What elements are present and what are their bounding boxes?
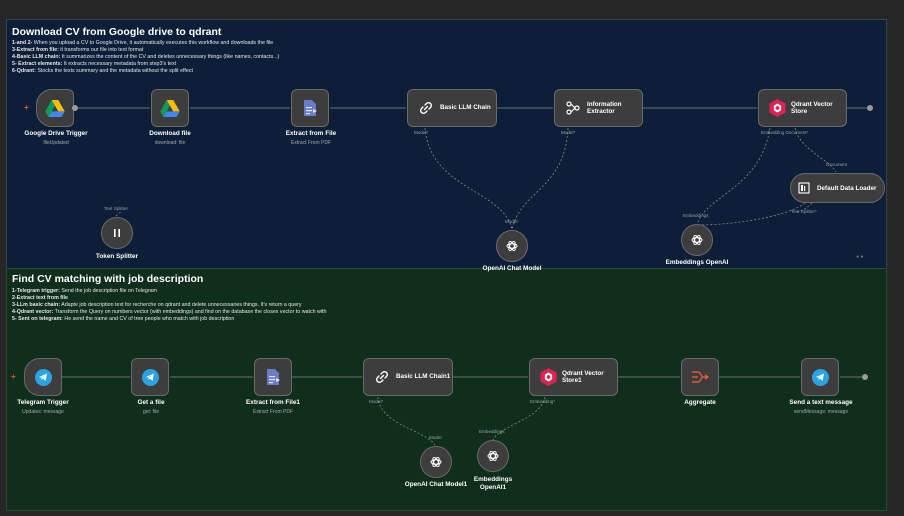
node-basic-llm-chain1[interactable]: Basic LLM Chain1 bbox=[363, 358, 453, 396]
node-subtitle: fileUpdated bbox=[43, 140, 69, 146]
node-google-drive-trigger[interactable] bbox=[36, 89, 74, 127]
port-label: Model* bbox=[369, 399, 384, 404]
telegram-icon bbox=[34, 368, 52, 386]
node-qdrant-vector-store[interactable]: Qdrant Vector Store bbox=[758, 89, 847, 127]
node-embeddings-openai1[interactable] bbox=[477, 440, 509, 472]
node-information-extractor[interactable]: Information Extractor bbox=[554, 89, 643, 127]
openai-icon bbox=[506, 241, 518, 251]
desc-line: 4-Qdrant vector: Transform the Query on … bbox=[12, 308, 327, 315]
port-label: Model bbox=[429, 435, 442, 440]
openai-icon bbox=[487, 451, 499, 461]
google-drive-icon bbox=[45, 99, 65, 117]
output-handle[interactable] bbox=[862, 374, 868, 380]
telegram-icon bbox=[811, 368, 829, 386]
port-label: Model bbox=[505, 219, 518, 224]
node-title: Send a text message bbox=[789, 399, 853, 406]
node-embeddings-openai[interactable] bbox=[681, 224, 713, 256]
port-label: Embeddings bbox=[683, 213, 709, 218]
qdrant-icon bbox=[534, 368, 562, 386]
node-title: Default Data Loader bbox=[817, 184, 877, 192]
node-title: OpenAI Chat Model1 bbox=[404, 481, 468, 488]
desc-line: 1-Telegram trigger: Send the job descrip… bbox=[12, 288, 157, 294]
node-extract-from-file[interactable] bbox=[291, 89, 329, 127]
add-trigger-icon[interactable]: + bbox=[11, 372, 16, 381]
node-subtitle: sendMessage: message bbox=[793, 409, 849, 415]
node-title: OpenAI Chat Model bbox=[482, 265, 542, 272]
node-subtitle: Extract From PDF bbox=[290, 140, 332, 146]
desc-line: 3-Extract from file: it transforms our f… bbox=[12, 46, 144, 53]
desc-line: 2-Extract text from file bbox=[12, 294, 68, 301]
node-title: Information Extractor bbox=[587, 100, 622, 116]
port-label: Embedding* bbox=[530, 399, 556, 404]
node-subtitle: get: file bbox=[142, 409, 160, 415]
desc-line: 5- Extract elements: It extracts necessa… bbox=[12, 60, 177, 67]
splitter-icon bbox=[114, 229, 120, 237]
output-handle[interactable] bbox=[72, 105, 78, 111]
node-get-a-file[interactable] bbox=[131, 358, 169, 396]
node-title: Get a file bbox=[137, 399, 165, 406]
aggregate-icon bbox=[692, 371, 709, 383]
desc-line: 6-Qdrant: Stocks the texts summary and t… bbox=[12, 67, 193, 74]
port-label: Embeddings bbox=[479, 429, 505, 434]
node-title: Telegram Trigger bbox=[17, 399, 69, 406]
node-openai-chat-model1[interactable] bbox=[420, 446, 452, 478]
port-label: Embedding Document* bbox=[761, 130, 809, 135]
add-trigger-icon[interactable]: + bbox=[24, 103, 29, 112]
node-basic-llm-chain[interactable]: Basic LLM Chain bbox=[407, 89, 497, 127]
node-title: Embeddings OpenAI bbox=[665, 259, 729, 266]
node-title: Qdrant Vector Store bbox=[791, 100, 833, 116]
desc-line: 4-Basic LLM chain: It summarizes the con… bbox=[12, 53, 280, 60]
sticky-note-download[interactable]: Download CV from Google drive to qdrant … bbox=[6, 19, 887, 269]
file-extract-icon bbox=[267, 369, 280, 385]
desc-line: 5- Sent on telegram: He send the name an… bbox=[12, 315, 235, 322]
link-icon bbox=[368, 369, 396, 385]
node-openai-chat-model[interactable] bbox=[496, 230, 528, 262]
desc-line: 1-and 2- When you upload a CV to Google … bbox=[12, 40, 274, 46]
sticky-title: Find CV matching with job description bbox=[12, 273, 204, 285]
openai-icon bbox=[430, 457, 442, 467]
document-loader-icon bbox=[798, 182, 810, 194]
node-subtitle: Extract From PDF bbox=[252, 409, 294, 415]
sticky-description: 1-and 2- When you upload a CV to Google … bbox=[12, 40, 279, 75]
node-download-file[interactable] bbox=[151, 89, 189, 127]
node-title: Basic LLM Chain1 bbox=[396, 373, 451, 381]
node-title: Extract from File bbox=[285, 130, 337, 137]
node-extract-from-file1[interactable] bbox=[254, 358, 292, 396]
sticky-resize-icon[interactable]: ● ● bbox=[856, 254, 863, 260]
node-subtitle: Updates: message bbox=[22, 409, 64, 415]
node-title: Embeddings OpenAI1 bbox=[473, 476, 513, 491]
port-label: Model* bbox=[414, 130, 429, 135]
node-token-splitter[interactable] bbox=[101, 217, 133, 249]
node-title: Qdrant Vector Store1 bbox=[562, 369, 604, 385]
node-title: Basic LLM Chain bbox=[440, 104, 491, 112]
port-label: Model* bbox=[561, 130, 576, 135]
port-label: Text Splitter* bbox=[791, 209, 817, 214]
port-label: Text Splitter bbox=[104, 206, 128, 211]
node-title: Download file bbox=[149, 130, 191, 137]
sticky-description: 1-Telegram trigger: Send the job descrip… bbox=[12, 288, 326, 323]
output-handle[interactable] bbox=[867, 105, 873, 111]
port-label: Document bbox=[826, 162, 847, 167]
node-subtitle: download: file bbox=[154, 140, 186, 146]
node-send-text-message[interactable] bbox=[801, 358, 839, 396]
node-title: Google Drive Trigger bbox=[24, 130, 88, 137]
node-default-data-loader[interactable]: Default Data Loader bbox=[790, 173, 885, 203]
node-title: Extract from File1 bbox=[246, 399, 300, 406]
qdrant-icon bbox=[763, 99, 791, 117]
node-aggregate[interactable] bbox=[681, 358, 719, 396]
openai-icon bbox=[691, 235, 703, 245]
node-title: Aggregate bbox=[684, 399, 716, 406]
telegram-icon bbox=[141, 368, 159, 386]
desc-line: 3-LLm basic chain: Adapte job descriptio… bbox=[12, 301, 302, 308]
sticky-title: Download CV from Google drive to qdrant bbox=[12, 26, 222, 38]
node-title: Token Splitter bbox=[95, 253, 139, 260]
file-extract-icon bbox=[304, 100, 317, 116]
node-telegram-trigger[interactable] bbox=[24, 358, 62, 396]
google-drive-icon bbox=[160, 99, 180, 117]
node-qdrant-vector-store1[interactable]: Qdrant Vector Store1 bbox=[529, 358, 618, 396]
link-icon bbox=[412, 100, 440, 116]
network-icon bbox=[559, 100, 587, 116]
